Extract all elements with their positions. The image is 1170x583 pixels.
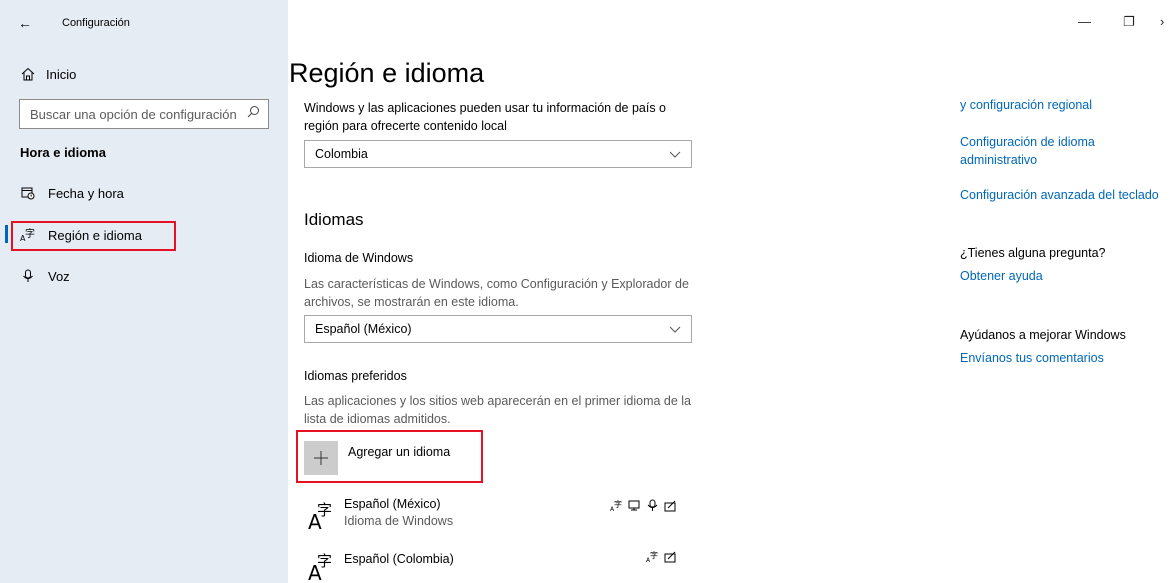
sidebar-item-fecha-hora[interactable]: Fecha y hora bbox=[20, 183, 124, 203]
language-name: Español (Colombia) bbox=[344, 552, 454, 566]
calendar-clock-icon bbox=[20, 185, 36, 201]
microphone-icon bbox=[20, 268, 36, 284]
restore-button[interactable]: ❐ bbox=[1123, 14, 1135, 30]
svg-text:字: 字 bbox=[650, 550, 658, 560]
language-list-item[interactable]: A 字 Español (México) Idioma de Windows A… bbox=[304, 497, 694, 533]
minimize-button[interactable]: — bbox=[1078, 14, 1091, 29]
preferred-languages-label: Idiomas preferidos bbox=[304, 369, 407, 383]
highlight-box bbox=[296, 430, 483, 483]
home-icon bbox=[20, 66, 36, 82]
search-placeholder: Buscar una opción de configuración bbox=[30, 106, 237, 122]
svg-text:字: 字 bbox=[614, 499, 622, 509]
windows-language-selected: Español (México) bbox=[315, 322, 412, 336]
highlight-box bbox=[11, 221, 176, 251]
close-button[interactable]: › bbox=[1160, 14, 1164, 29]
handwriting-icon bbox=[664, 551, 676, 563]
active-indicator bbox=[5, 225, 8, 243]
sidebar-item-home[interactable]: Inicio bbox=[20, 64, 76, 84]
svg-text:字: 字 bbox=[317, 501, 332, 519]
languages-heading: Idiomas bbox=[304, 210, 364, 229]
link-admin-language-settings[interactable]: Configuración de idioma administrativo bbox=[960, 133, 1130, 169]
language-icon: A 字 bbox=[308, 501, 332, 531]
sidebar-item-label: Fecha y hora bbox=[48, 185, 124, 201]
get-help-link[interactable]: Obtener ayuda bbox=[960, 267, 1043, 285]
region-description: Windows y las aplicaciones pueden usar t… bbox=[304, 101, 667, 133]
page-title: Región e idioma bbox=[289, 58, 485, 88]
chevron-down-icon bbox=[669, 145, 681, 163]
sidebar-item-voz[interactable]: Voz bbox=[20, 266, 70, 286]
language-name: Español (México) bbox=[344, 497, 441, 511]
language-subtitle: Idioma de Windows bbox=[344, 514, 454, 528]
text-to-speech-icon bbox=[628, 500, 640, 511]
country-dropdown[interactable]: Colombia bbox=[304, 140, 692, 168]
speech-recognition-icon bbox=[647, 499, 658, 511]
language-icon: A 字 bbox=[308, 552, 332, 582]
windows-language-dropdown[interactable]: Español (México) bbox=[304, 315, 692, 343]
search-input[interactable]: Buscar una opción de configuración bbox=[19, 99, 269, 129]
link-advanced-keyboard-settings[interactable]: Configuración avanzada del teclado bbox=[960, 186, 1170, 204]
sidebar-item-label: Voz bbox=[48, 268, 70, 284]
feedback-heading: Ayúdanos a mejorar Windows bbox=[960, 328, 1126, 342]
windows-language-label: Idioma de Windows bbox=[304, 251, 414, 265]
display-language-icon: A字 bbox=[610, 499, 622, 512]
sidebar: ← Configuración Inicio Buscar una opción… bbox=[0, 0, 288, 583]
language-list-item[interactable]: A 字 Español (Colombia) A字 bbox=[304, 548, 694, 582]
section-title: Hora e idioma bbox=[20, 145, 106, 160]
chevron-down-icon bbox=[669, 320, 681, 338]
preferred-languages-desc: Las aplicaciones y los sitios web aparec… bbox=[304, 394, 692, 426]
question-heading: ¿Tienes alguna pregunta? bbox=[960, 246, 1106, 260]
country-selected: Colombia bbox=[315, 147, 368, 161]
display-language-icon: A字 bbox=[646, 550, 658, 563]
search-icon[interactable] bbox=[247, 105, 260, 123]
back-arrow-icon[interactable]: ← bbox=[18, 15, 32, 31]
handwriting-icon bbox=[664, 500, 676, 512]
feedback-link[interactable]: Envíanos tus comentarios bbox=[960, 349, 1104, 367]
link-regional-settings[interactable]: y configuración regional bbox=[960, 96, 1160, 114]
windows-language-desc: Las características de Windows, como Con… bbox=[304, 277, 689, 309]
svg-text:字: 字 bbox=[317, 552, 332, 570]
window-title: Configuración bbox=[62, 17, 130, 29]
sidebar-item-label: Inicio bbox=[46, 66, 77, 82]
